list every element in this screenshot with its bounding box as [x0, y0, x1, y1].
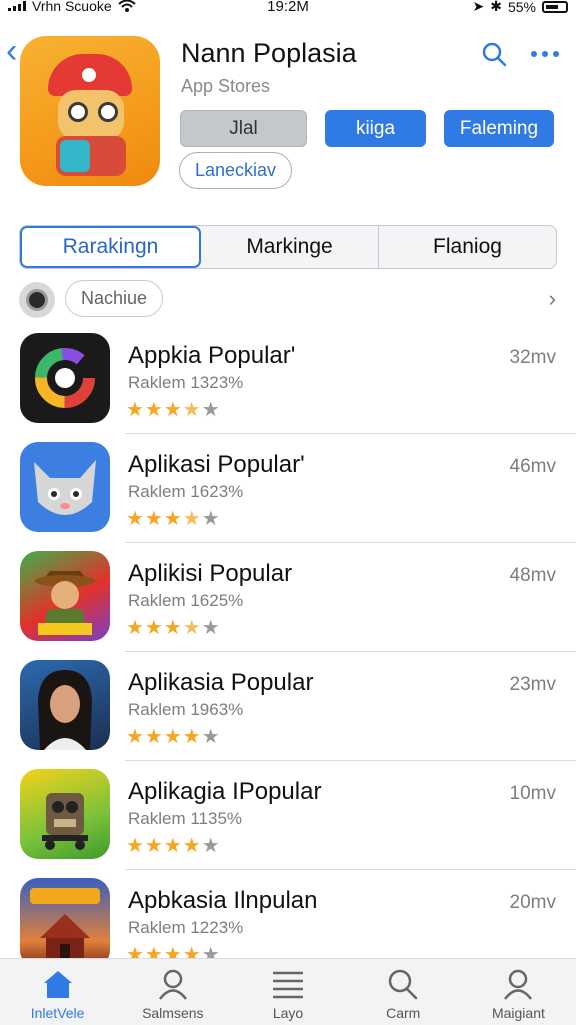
- app-name: Aplikasia Popular: [128, 669, 314, 696]
- app-meta: Raklem 1963%: [128, 700, 244, 719]
- segment-marking[interactable]: Markinge: [201, 226, 379, 268]
- segment-flaniog[interactable]: Flaniog: [379, 226, 556, 268]
- star-rating: ★★★★★: [126, 399, 221, 421]
- tab-label: InletVele: [30, 1005, 85, 1021]
- star-rating: ★★★★★: [126, 835, 221, 857]
- tab-carm[interactable]: Carm: [346, 959, 461, 1025]
- list-item[interactable]: Aplikagia IPopular Raklem 1135% 10mv ★★★…: [0, 761, 576, 870]
- app-icon-portrait: [20, 660, 110, 750]
- app-icon-cat: [20, 442, 110, 532]
- outline-button[interactable]: Laneckiav: [179, 152, 292, 189]
- list-item[interactable]: Aplikasia Popular Raklem 1963% 23mv ★★★★…: [0, 652, 576, 761]
- segmented-control: Rarakingn Markinge Flaniog: [19, 225, 557, 269]
- app-size: 10mv: [509, 783, 556, 804]
- header-button-1[interactable]: Jlal: [180, 110, 307, 147]
- app-size: 23mv: [509, 674, 556, 695]
- app-size: 32mv: [509, 347, 556, 368]
- tab-home[interactable]: InletVele: [0, 959, 115, 1025]
- battery-percent: 55%: [507, 0, 536, 15]
- tab-label: Salmsens: [142, 1005, 204, 1021]
- app-meta: Raklem 1323%: [128, 373, 244, 392]
- tab-layo[interactable]: Layo: [230, 959, 345, 1025]
- tab-bar: InletVele Salmsens Layo Carm Maigiant: [0, 958, 576, 1025]
- tab-label: Carm: [386, 1005, 421, 1021]
- segment-ranking[interactable]: Rarakingn: [20, 226, 201, 268]
- app-name: Aplikasi Popular': [128, 451, 305, 478]
- star-rating: ★★★★★: [126, 726, 221, 748]
- chevron-right-icon[interactable]: ›: [549, 286, 556, 312]
- app-icon-robot: [20, 769, 110, 859]
- app-name: Aplikisi Popular: [128, 560, 293, 587]
- app-name: Aplikagia IPopular: [128, 778, 322, 805]
- app-name: Apbkasia Ilnpulan: [128, 887, 318, 914]
- tab-maigiant[interactable]: Maigiant: [461, 959, 576, 1025]
- home-icon: [41, 967, 75, 1001]
- status-bar: Vrhn Scuoke 19:2M ➤ ✱ 55%: [0, 0, 576, 16]
- app-subtitle: App Stores: [181, 76, 271, 96]
- person-icon: [156, 967, 190, 1001]
- more-icon[interactable]: [527, 38, 563, 70]
- bluetooth-icon: ✱: [490, 0, 502, 14]
- star-rating: ★★★★★: [126, 508, 221, 530]
- app-meta: Raklem 1223%: [128, 918, 244, 937]
- tab-label: Layo: [272, 1005, 304, 1021]
- app-meta: Raklem 1135%: [128, 809, 243, 828]
- header-button-2[interactable]: kiiga: [325, 110, 426, 147]
- header-button-3[interactable]: Faleming: [444, 110, 554, 147]
- tab-label: Maigiant: [491, 1005, 545, 1021]
- app-icon-temple: [20, 878, 110, 968]
- list-item[interactable]: Aplikisi Popular Raklem 1625% 48mv ★★★★★: [0, 543, 576, 652]
- search-icon[interactable]: [476, 38, 512, 70]
- app-size: 46mv: [509, 456, 556, 477]
- search-icon: [386, 967, 420, 1001]
- app-icon: [20, 36, 160, 186]
- list-item[interactable]: Appkia Popular' Raklem 1323% 32mv ★★★★★: [0, 325, 576, 434]
- app-name: Appkia Popular': [128, 342, 296, 369]
- location-icon: ➤: [472, 0, 485, 14]
- app-size: 20mv: [509, 892, 556, 913]
- star-rating: ★★★★★: [126, 617, 221, 639]
- app-title: Nann Poplasia: [181, 38, 357, 68]
- list-item[interactable]: Aplikasi Popular' Raklem 1623% 46mv ★★★★…: [0, 434, 576, 543]
- app-icon-ring: [20, 333, 110, 423]
- app-meta: Raklem 1623%: [128, 482, 244, 501]
- list-icon: [271, 967, 305, 1001]
- app-size: 48mv: [509, 565, 556, 586]
- filter-record-icon[interactable]: [19, 282, 55, 318]
- app-icon-adventurer: [20, 551, 110, 641]
- app-meta: Raklem 1625%: [128, 591, 244, 610]
- tab-salmsens[interactable]: Salmsens: [115, 959, 230, 1025]
- battery-icon: [542, 0, 568, 13]
- filter-chip[interactable]: Nachiue: [65, 280, 163, 317]
- person-icon: [501, 967, 535, 1001]
